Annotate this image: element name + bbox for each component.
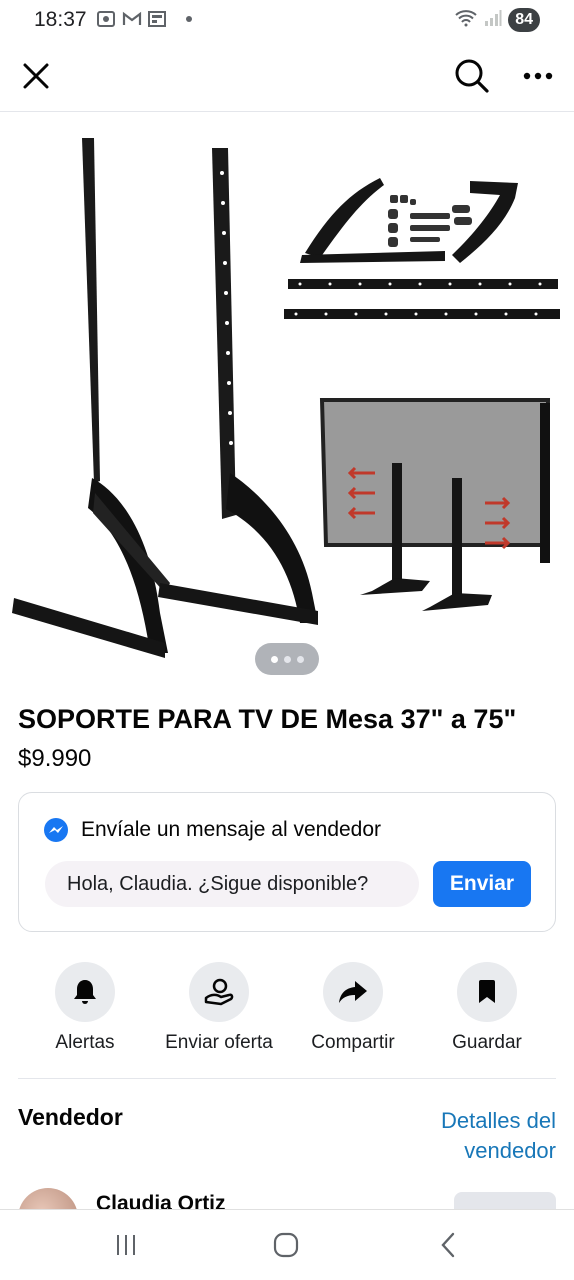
seller-name[interactable]: Claudia Ortiz <box>96 1192 226 1212</box>
listing-price: $9.990 <box>18 745 92 772</box>
back-button[interactable] <box>418 1222 478 1268</box>
more-notifications-dot <box>186 16 192 22</box>
action-row: Alertas Enviar oferta Compartir Guardar <box>18 962 556 1062</box>
home-icon <box>273 1232 299 1258</box>
share-button[interactable] <box>323 962 383 1022</box>
pager-dot <box>296 655 304 663</box>
close-icon <box>23 63 49 89</box>
wifi-icon <box>454 9 478 32</box>
recent-apps-icon <box>117 1235 135 1255</box>
more-icon <box>523 72 553 80</box>
save-action[interactable]: Guardar <box>420 962 554 1054</box>
send-button[interactable]: Enviar <box>433 861 531 907</box>
message-card-header: Envíale un mensaje al vendedor <box>43 817 381 843</box>
image-pager <box>255 643 319 675</box>
search-button[interactable] <box>450 54 494 98</box>
more-options-button[interactable] <box>516 54 560 98</box>
notification-icons <box>96 10 192 28</box>
seller-avatar[interactable] <box>18 1188 78 1212</box>
bookmark-icon <box>479 980 495 1003</box>
battery-indicator: 84 <box>508 8 540 32</box>
share-icon <box>339 981 367 1003</box>
seller-row[interactable]: Claudia Ortiz <box>18 1188 556 1212</box>
close-button[interactable] <box>14 54 58 98</box>
message-seller-card: Envíale un mensaje al vendedor Enviar <box>18 792 556 932</box>
bell-icon <box>74 980 96 1004</box>
messenger-icon <box>44 818 68 842</box>
offer-icon <box>204 978 234 1006</box>
save-label: Guardar <box>452 1032 522 1053</box>
gmail-icon <box>122 11 142 27</box>
signal-icon <box>484 9 502 32</box>
message-card-heading: Envíale un mensaje al vendedor <box>81 818 382 841</box>
seller-heading: Vendedor <box>18 1104 123 1130</box>
top-bar <box>0 40 574 112</box>
listing-title: SOPORTE PARA TV DE Mesa 37" a 75" <box>18 704 517 734</box>
share-action[interactable]: Compartir <box>286 962 420 1054</box>
recent-apps-button[interactable] <box>96 1222 156 1268</box>
status-time: 18:37 <box>34 8 87 31</box>
alerts-action[interactable]: Alertas <box>18 962 152 1054</box>
section-divider <box>18 1078 556 1079</box>
seller-follow-button[interactable] <box>454 1192 556 1212</box>
alerts-button[interactable] <box>55 962 115 1022</box>
pager-dot <box>270 655 278 663</box>
share-label: Compartir <box>311 1032 395 1053</box>
search-icon <box>455 59 489 93</box>
alerts-label: Alertas <box>55 1032 115 1053</box>
system-nav-bar <box>0 1210 574 1280</box>
message-input[interactable] <box>45 861 419 907</box>
send-offer-label: Enviar oferta <box>165 1032 273 1053</box>
home-button[interactable] <box>256 1222 316 1268</box>
status-right: 84 <box>454 8 540 32</box>
send-offer-button[interactable] <box>189 962 249 1022</box>
listing-image[interactable] <box>0 113 574 693</box>
tv-stand-illustration <box>12 138 560 658</box>
save-button[interactable] <box>457 962 517 1022</box>
screenshot-icon <box>96 10 116 28</box>
status-bar: 18:37 84 <box>0 0 574 40</box>
seller-details-link[interactable]: Detalles del vendedor <box>396 1106 556 1166</box>
back-icon <box>441 1232 455 1258</box>
pager-dot <box>283 655 291 663</box>
send-offer-action[interactable]: Enviar oferta <box>152 962 286 1054</box>
news-icon <box>148 11 166 27</box>
